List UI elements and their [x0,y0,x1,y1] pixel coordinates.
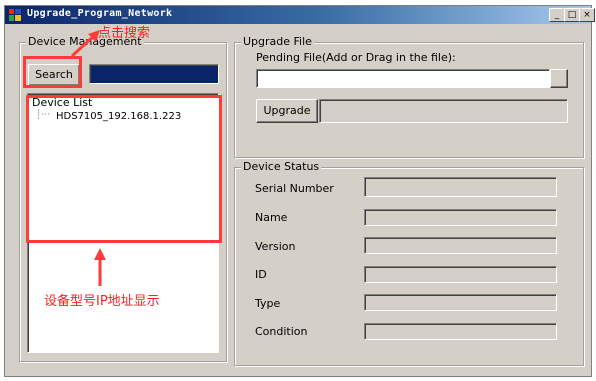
serial-number-field [364,177,557,197]
pending-file-input[interactable] [256,69,550,88]
search-status-field [89,64,219,84]
condition-label: Condition [255,325,308,338]
upgrade-progress-bar [319,99,568,123]
serial-number-label: Serial Number [255,182,334,195]
upgrade-file-label: Upgrade File [241,35,314,48]
title-bar[interactable]: Upgrade_Program_Network _ □ × [5,6,595,24]
version-field [364,237,557,254]
pending-file-label: Pending File(Add or Drag in the file): [256,51,456,64]
maximize-button[interactable]: □ [564,8,580,22]
id-label: ID [255,268,267,281]
search-highlight-box [23,56,82,88]
type-label: Type [255,297,281,310]
close-button[interactable]: × [579,8,595,22]
browse-button[interactable] [550,69,568,88]
type-field [364,294,557,311]
device-status-label: Device Status [241,160,322,173]
name-field [364,209,557,226]
name-label: Name [255,211,288,224]
upgrade-button[interactable]: Upgrade [256,99,318,123]
list-arrow-icon [94,248,106,286]
device-list-highlight-box [26,95,222,243]
search-arrow-icon [70,30,100,58]
window-title: Upgrade_Program_Network [27,8,173,19]
search-hint-annotation: 点击搜索 [98,26,151,41]
list-hint-annotation: 设备型号IP地址显示 [44,294,160,309]
version-label: Version [255,240,296,253]
minimize-button[interactable]: _ [549,8,565,22]
condition-field [364,323,557,340]
id-field [364,266,557,283]
app-icon [9,9,21,21]
